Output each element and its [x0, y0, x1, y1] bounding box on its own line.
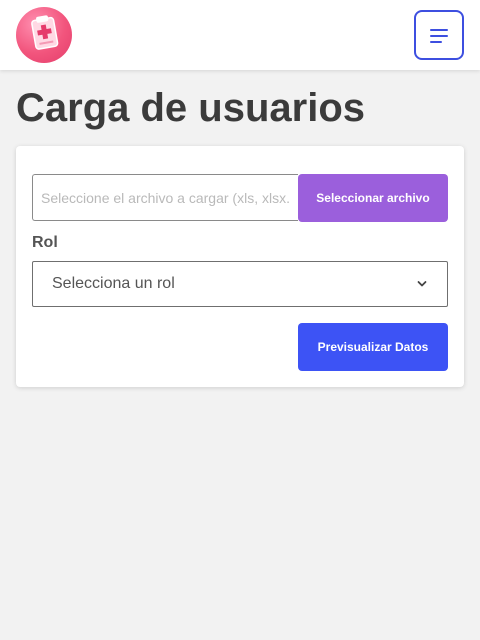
role-select[interactable]: Selecciona un rol: [32, 261, 448, 307]
app-logo[interactable]: [16, 7, 72, 63]
upload-card: Seleccionar archivo Rol Selecciona un ro…: [16, 146, 464, 387]
hamburger-menu-icon: [430, 27, 448, 43]
clipboard-medical-icon: [31, 15, 59, 50]
chevron-down-icon: [417, 281, 427, 287]
role-select-value: Selecciona un rol: [52, 275, 175, 292]
top-navbar: [0, 0, 480, 70]
preview-data-button[interactable]: Previsualizar Datos: [298, 323, 448, 371]
rol-label: Rol: [32, 234, 58, 251]
file-path-input[interactable]: [32, 174, 298, 221]
select-file-button[interactable]: Seleccionar archivo: [298, 174, 448, 222]
page-title: Carga de usuarios: [16, 86, 366, 130]
menu-button[interactable]: [414, 10, 464, 60]
